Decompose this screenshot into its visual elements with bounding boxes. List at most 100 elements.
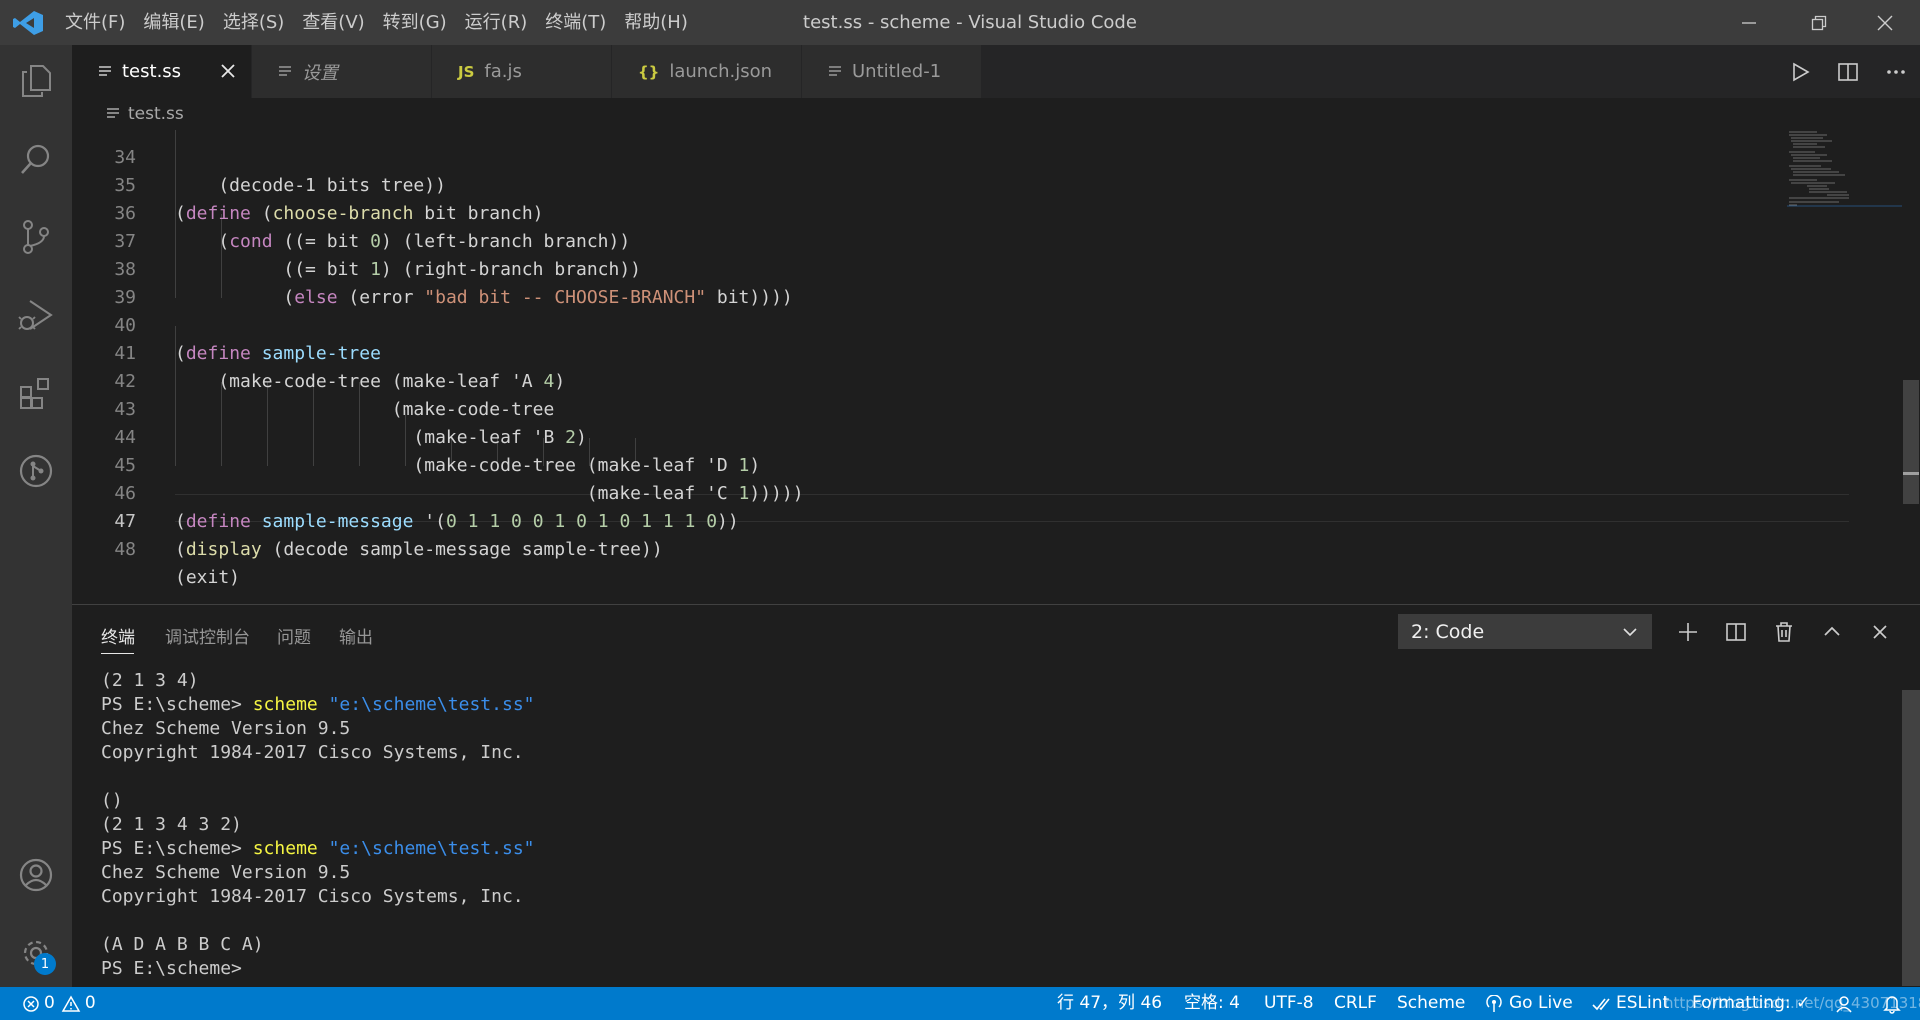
menu-edit[interactable]: 编辑(E) — [134, 0, 213, 45]
source-control-icon — [23, 220, 49, 254]
terminal-select[interactable]: 2: Code — [1398, 614, 1652, 649]
menu-selection[interactable]: 选择(S) — [214, 0, 293, 45]
notifications-button[interactable] — [1882, 987, 1902, 1020]
cursor-position[interactable]: 行 47，列 46 — [1057, 987, 1162, 1020]
tab-settings[interactable]: 设置 — [252, 45, 432, 98]
play-icon — [1793, 62, 1810, 81]
active-tab-indicator — [101, 653, 134, 654]
lines-icon — [279, 65, 291, 76]
accounts-button[interactable] — [0, 839, 72, 911]
code-line: 46 (define sample-message '(0 1 1 0 0 1 … — [72, 452, 1772, 532]
indentation[interactable]: 空格: 4 — [1184, 987, 1240, 1020]
minimap[interactable] — [1787, 130, 1902, 230]
breadcrumb-file[interactable]: test.ss — [128, 104, 184, 124]
title-bar: 文件(F) 编辑(E) 选择(S) 查看(V) 转到(G) 运行(R) 终端(T… — [0, 0, 1920, 45]
close-window-button[interactable] — [1850, 0, 1920, 45]
code-line: 36 (cond ((= bit 0) (left-branch branch)… — [72, 172, 1772, 252]
menu-help[interactable]: 帮助(H) — [615, 0, 697, 45]
terminal-line: (2 1 3 4) — [101, 670, 199, 691]
code-line: 34 (decode-1 bits tree)) — [72, 130, 1772, 196]
kill-terminal-button[interactable] — [1767, 615, 1801, 649]
problems-indicator[interactable]: 0 0 — [22, 987, 96, 1020]
code-line: 35 (define (choose-branch bit branch) — [72, 144, 1772, 224]
check-all-icon — [1592, 998, 1610, 1010]
terminal-line: PS E:\scheme> scheme "e:\scheme\test.ss" — [101, 693, 1891, 717]
editor-scrollbar[interactable] — [1902, 130, 1920, 604]
terminal-output[interactable]: (2 1 3 4) PS E:\scheme> scheme "e:\schem… — [101, 669, 1891, 981]
code-line: 45 (make-leaf 'C 1))))) — [72, 424, 1772, 504]
terminal-command: scheme — [252, 838, 318, 859]
new-terminal-button[interactable] — [1671, 615, 1705, 649]
split-terminal-button[interactable] — [1719, 615, 1753, 649]
code-line: 41 (make-code-tree (make-leaf 'A 4) — [72, 312, 1772, 392]
trash-icon — [1776, 622, 1792, 642]
tab-test-ss[interactable]: test.ss — [72, 45, 252, 98]
editor-tabs: test.ss 设置 JS fa.js {} launch.json Untit… — [72, 45, 1920, 98]
split-terminal-icon — [1726, 623, 1746, 641]
split-editor-icon — [1838, 62, 1858, 81]
chevron-up-icon — [1824, 626, 1840, 636]
close-icon[interactable] — [217, 60, 239, 82]
tab-untitled-1[interactable]: Untitled-1 — [802, 45, 982, 98]
search-button[interactable] — [0, 123, 72, 195]
minimize-button[interactable] — [1714, 0, 1784, 45]
source-control-button[interactable] — [0, 201, 72, 273]
menu-view[interactable]: 查看(V) — [293, 0, 373, 45]
menu-file[interactable]: 文件(F) — [56, 0, 134, 45]
panel-tab-debug-console[interactable]: 调试控制台 — [165, 623, 250, 648]
minimize-icon — [1742, 21, 1756, 24]
eslint-label: ESLint — [1616, 993, 1670, 1013]
menu-run[interactable]: 运行(R) — [456, 0, 537, 45]
feedback-button[interactable] — [1834, 987, 1854, 1020]
tab-label: fa.js — [484, 61, 522, 82]
panel-tab-problems[interactable]: 问题 — [277, 623, 311, 648]
status-bar: 0 0 行 47，列 46 空格: 4 UTF-8 CRLF Scheme Go… — [0, 987, 1920, 1020]
git-graph-button[interactable] — [0, 435, 72, 507]
terminal-prompt: PS E:\scheme> — [101, 838, 253, 859]
go-live-button[interactable]: Go Live — [1485, 987, 1573, 1020]
panel-tab-terminal[interactable]: 终端 — [101, 623, 135, 648]
terminal-line: Chez Scheme Version 9.5 — [101, 718, 351, 739]
restore-button[interactable] — [1784, 0, 1854, 45]
run-button[interactable] — [1776, 45, 1824, 98]
explorer-button[interactable] — [0, 45, 72, 117]
extensions-icon — [20, 378, 49, 409]
terminal-select-value: 2: Code — [1411, 621, 1485, 643]
line-ending[interactable]: CRLF — [1334, 987, 1377, 1020]
tab-fa-js[interactable]: JS fa.js — [432, 45, 612, 98]
menu-go[interactable]: 转到(G) — [374, 0, 456, 45]
terminal-scrollbar[interactable] — [1902, 690, 1920, 986]
terminal-line: PS E:\scheme> — [101, 958, 253, 979]
code-line: 39 — [72, 256, 1772, 308]
error-icon — [23, 995, 39, 1012]
eslint-status[interactable]: ESLint — [1592, 987, 1669, 1020]
terminal-line: Copyright 1984-2017 Cisco Systems, Inc. — [101, 742, 524, 763]
split-editor-button[interactable] — [1824, 45, 1872, 98]
panel-tab-output[interactable]: 输出 — [339, 623, 373, 648]
maximize-panel-button[interactable] — [1815, 615, 1849, 649]
close-panel-button[interactable] — [1863, 615, 1897, 649]
lines-icon — [107, 108, 119, 118]
manage-button[interactable]: 1 — [0, 917, 72, 989]
more-actions-button[interactable] — [1872, 45, 1920, 98]
tab-label: Untitled-1 — [852, 61, 942, 82]
restore-icon — [1811, 15, 1827, 30]
extensions-button[interactable] — [0, 357, 72, 429]
run-debug-button[interactable] — [0, 279, 72, 351]
search-icon — [21, 144, 50, 174]
bell-icon — [1883, 995, 1901, 1014]
code-editor[interactable]: 34 (decode-1 bits tree)) 35 (define (cho… — [72, 130, 1920, 604]
code-line: 37 ((= bit 1) (right-branch branch)) — [72, 200, 1772, 280]
run-debug-icon — [18, 300, 53, 330]
language-mode[interactable]: Scheme — [1397, 987, 1465, 1020]
breadcrumb: test.ss — [72, 98, 1920, 130]
encoding[interactable]: UTF-8 — [1264, 987, 1314, 1020]
menu-terminal[interactable]: 终端(T) — [536, 0, 615, 45]
terminal-argument: "e:\scheme\test.ss" — [328, 694, 535, 715]
settings-badge: 1 — [34, 953, 56, 975]
code-line: 42 (make-code-tree — [72, 340, 1772, 420]
person-icon — [1836, 995, 1852, 1012]
lines-icon — [99, 65, 111, 76]
tab-launch-json[interactable]: {} launch.json — [612, 45, 802, 98]
